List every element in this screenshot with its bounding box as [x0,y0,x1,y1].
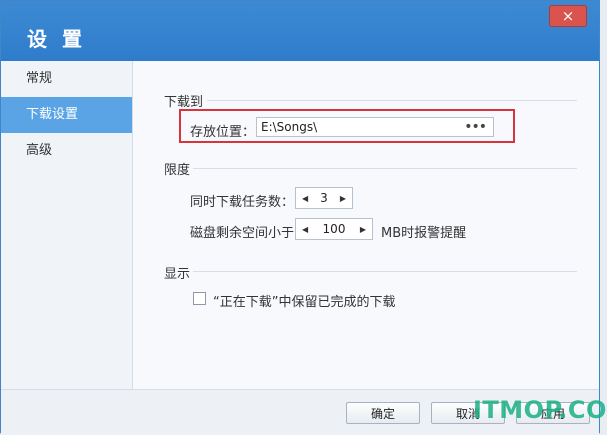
watermark: ITMOP.COM [473,396,607,424]
sidebar-item-advanced[interactable]: 高级 [1,133,132,169]
disk-space-label: 磁盘剩余空间小于 [190,226,295,241]
concurrent-downloads-value[interactable]: 3 [320,191,328,205]
ok-button[interactable]: 确定 [346,402,420,424]
close-icon: × [561,6,575,25]
save-location-label: 存放位置： [190,125,256,140]
background-strip [600,0,607,435]
browse-icon[interactable]: ••• [464,118,487,136]
decrement-arrow-icon[interactable]: ◀ [302,194,308,203]
disk-space-value[interactable]: 100 [323,222,346,236]
save-location-input[interactable]: E:\Songs\ ••• [256,117,494,137]
disk-space-stepper[interactable]: ◀ 100 ▶ [295,218,373,240]
save-location-value: E:\Songs\ [261,120,318,134]
settings-window: 设 置 × 常规 下载设置 高级 下载到 存放位置： E:\Songs\ •••… [0,0,600,435]
section-display-divider [193,271,577,272]
concurrent-downloads-label: 同时下载任务数： [190,195,295,210]
section-limits-title: 限度 [164,163,191,178]
decrement-arrow-icon[interactable]: ◀ [302,225,308,234]
section-download-to-title: 下载到 [164,95,204,110]
keep-completed-label: “正在下载”中保留已完成的下载 [213,295,396,310]
title-bar: 设 置 × [1,1,599,61]
concurrent-downloads-stepper[interactable]: ◀ 3 ▶ [295,187,353,209]
disk-space-suffix: MB时报警提醒 [381,226,467,241]
section-display-title: 显示 [164,267,191,282]
close-button[interactable]: × [549,5,587,27]
increment-arrow-icon[interactable]: ▶ [360,225,366,234]
window-title: 设 置 [27,27,86,51]
settings-content: 下载到 存放位置： E:\Songs\ ••• 限度 同时下载任务数： ◀ 3 … [133,61,599,389]
sidebar-item-download-settings[interactable]: 下载设置 [1,97,132,133]
keep-completed-checkbox[interactable] [193,292,206,305]
section-limits-divider [193,168,577,169]
sidebar: 常规 下载设置 高级 [1,61,133,389]
increment-arrow-icon[interactable]: ▶ [340,194,346,203]
section-download-to-divider [207,100,577,101]
sidebar-item-general[interactable]: 常规 [1,61,132,97]
